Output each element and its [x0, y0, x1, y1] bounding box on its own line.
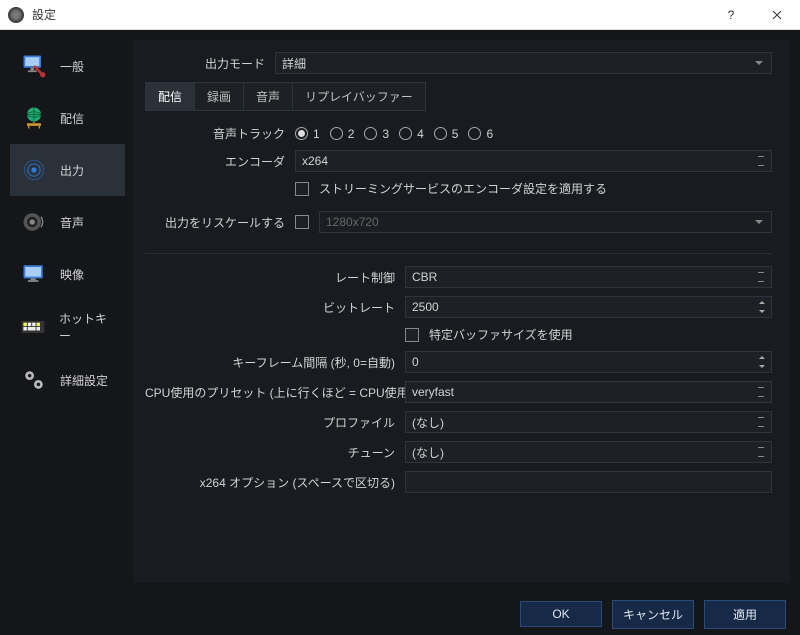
sidebar-item-label: 出力	[60, 162, 84, 179]
apply-service-label: ストリーミングサービスのエンコーダ設定を適用する	[319, 180, 607, 197]
rescale-select: 1280x720	[319, 211, 772, 233]
bitrate-input[interactable]: 2500	[405, 296, 772, 318]
audio-track-2-radio[interactable]	[330, 127, 343, 140]
output-mode-label: 出力モード	[145, 55, 275, 72]
encoder-label: エンコーダ	[145, 153, 295, 170]
content-panel: 出力モード 詳細 配信 録画 音声 リプレイバッファー 音声トラック 1 2 3…	[133, 40, 790, 583]
custom-buffer-label: 特定バッファサイズを使用	[429, 326, 573, 343]
keyframe-input[interactable]: 0	[405, 351, 772, 373]
help-button[interactable]: ?	[708, 0, 754, 30]
tune-select[interactable]: (なし)	[405, 441, 772, 463]
titlebar: 設定 ?	[0, 0, 800, 30]
audio-track-radios: 1 2 3 4 5 6	[295, 127, 772, 141]
output-mode-select[interactable]: 詳細	[275, 52, 772, 74]
sidebar-item-label: 配信	[60, 110, 84, 127]
tab-streaming[interactable]: 配信	[146, 83, 195, 110]
sidebar-item-label: 詳細設定	[60, 372, 108, 389]
globe-network-icon	[18, 102, 50, 134]
rescale-label: 出力をリスケールする	[145, 214, 295, 231]
footer: OK キャンセル 適用	[0, 593, 800, 635]
sidebar-item-output[interactable]: 出力	[10, 144, 125, 196]
rescale-checkbox[interactable]	[295, 215, 309, 229]
rate-control-label: レート制御	[145, 269, 405, 286]
tab-recording[interactable]: 録画	[195, 83, 244, 110]
apply-service-checkbox[interactable]	[295, 182, 309, 196]
display-icon	[18, 258, 50, 290]
app-icon	[8, 7, 24, 23]
keyboard-icon	[18, 311, 49, 343]
sidebar-item-general[interactable]: 一般	[10, 40, 125, 92]
cpu-preset-select[interactable]: veryfast	[405, 381, 772, 403]
keyframe-up[interactable]	[755, 353, 769, 362]
rate-control-select[interactable]: CBR	[405, 266, 772, 288]
output-tabs: 配信 録画 音声 リプレイバッファー	[145, 82, 426, 111]
sidebar-item-label: 映像	[60, 266, 84, 283]
audio-track-1-radio[interactable]	[295, 127, 308, 140]
audio-track-6-radio[interactable]	[468, 127, 481, 140]
sidebar-item-stream[interactable]: 配信	[10, 92, 125, 144]
encoder-select[interactable]: x264	[295, 150, 772, 172]
broadcast-icon	[18, 154, 50, 186]
sidebar-item-label: 一般	[60, 58, 84, 75]
profile-label: プロファイル	[145, 414, 405, 431]
tab-replay-buffer[interactable]: リプレイバッファー	[293, 83, 425, 110]
cpu-preset-label: CPU使用のプリセット (上に行くほど = CPU使用低い)	[145, 384, 405, 401]
apply-button[interactable]: 適用	[704, 600, 786, 629]
sidebar-item-audio[interactable]: 音声	[10, 196, 125, 248]
monitor-wrench-icon	[18, 50, 50, 82]
keyframe-down[interactable]	[755, 362, 769, 371]
audio-track-3-radio[interactable]	[364, 127, 377, 140]
sidebar-item-hotkeys[interactable]: ホットキー	[10, 300, 125, 354]
audio-track-4-radio[interactable]	[399, 127, 412, 140]
cancel-button[interactable]: キャンセル	[612, 600, 694, 629]
keyframe-label: キーフレーム間隔 (秒, 0=自動)	[145, 354, 405, 371]
bitrate-down[interactable]	[755, 307, 769, 316]
bitrate-label: ビットレート	[145, 299, 405, 316]
audio-track-label: 音声トラック	[145, 125, 295, 142]
x264opts-input[interactable]	[405, 471, 772, 493]
gears-icon	[18, 364, 50, 396]
sidebar-item-label: 音声	[60, 214, 84, 231]
sidebar-item-video[interactable]: 映像	[10, 248, 125, 300]
x264opts-label: x264 オプション (スペースで区切る)	[145, 474, 405, 491]
tab-audio[interactable]: 音声	[244, 83, 293, 110]
ok-button[interactable]: OK	[520, 601, 602, 627]
close-button[interactable]	[754, 0, 800, 30]
tune-label: チューン	[145, 444, 405, 461]
speaker-icon	[18, 206, 50, 238]
audio-track-5-radio[interactable]	[434, 127, 447, 140]
separator	[145, 253, 772, 254]
custom-buffer-checkbox[interactable]	[405, 328, 419, 342]
bitrate-up[interactable]	[755, 298, 769, 307]
sidebar: 一般 配信 出力 音声	[10, 40, 125, 583]
window-title: 設定	[32, 6, 56, 23]
sidebar-item-label: ホットキー	[59, 310, 117, 344]
profile-select[interactable]: (なし)	[405, 411, 772, 433]
sidebar-item-advanced[interactable]: 詳細設定	[10, 354, 125, 406]
